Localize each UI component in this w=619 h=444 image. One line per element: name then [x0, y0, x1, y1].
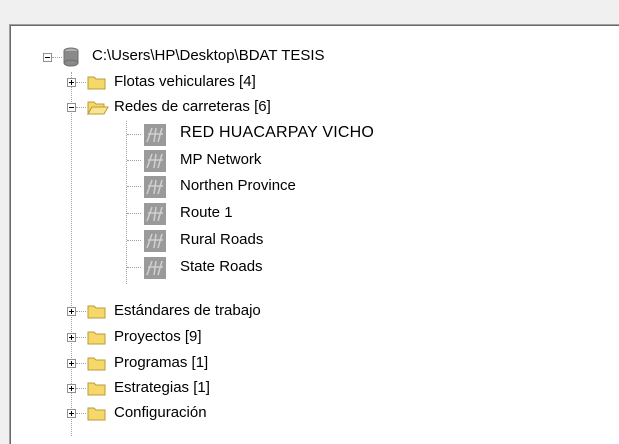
- tree-item-label[interactable]: Estrategias [1]: [112, 378, 212, 398]
- tree-item-configuracion[interactable]: Configuración: [10, 402, 610, 428]
- tree-item-label[interactable]: Proyectos [9]: [112, 327, 204, 347]
- folder-icon: [87, 331, 106, 345]
- tree-connector-line: [127, 134, 141, 136]
- tree-connector-line: [76, 363, 86, 365]
- expand-toggle-icon[interactable]: [67, 384, 76, 393]
- tree-connector-line: [52, 57, 62, 59]
- road-network-icon: [144, 150, 166, 172]
- tree-item-label[interactable]: Rural Roads: [178, 230, 265, 250]
- tree-connector-line: [127, 213, 141, 215]
- tree-item-label[interactable]: MP Network: [178, 150, 263, 170]
- road-network-icon: [144, 176, 166, 198]
- folder-icon: [87, 76, 106, 90]
- road-network-icon: [144, 257, 166, 279]
- folder-icon: [87, 382, 106, 396]
- folder-icon: [87, 407, 106, 421]
- tree-item-network[interactable]: State Roads: [10, 256, 610, 282]
- tree-connector-line: [127, 267, 141, 269]
- tree-view-panel[interactable]: C:\Users\HP\Desktop\BDAT TESIS Flotas ve…: [9, 24, 619, 444]
- tree-root-row[interactable]: C:\Users\HP\Desktop\BDAT TESIS: [10, 46, 610, 72]
- tree-item-network[interactable]: Northen Province: [10, 175, 610, 201]
- tree-connector-line: [127, 160, 141, 162]
- collapse-toggle-icon[interactable]: [43, 53, 52, 62]
- expand-toggle-icon[interactable]: [67, 359, 76, 368]
- tree-connector-line: [76, 311, 86, 313]
- tree-item-label[interactable]: Configuración: [112, 403, 209, 423]
- road-network-icon: [144, 230, 166, 252]
- folder-icon: [87, 357, 106, 371]
- tree-root-label[interactable]: C:\Users\HP\Desktop\BDAT TESIS: [90, 46, 327, 66]
- expand-toggle-icon[interactable]: [67, 409, 76, 418]
- tree-item-programas[interactable]: Programas [1]: [10, 352, 610, 378]
- road-network-icon: [144, 124, 166, 146]
- tree-item-estandares[interactable]: Estándares de trabajo: [10, 300, 610, 326]
- expand-toggle-icon[interactable]: [67, 307, 76, 316]
- tree-connector-line: [127, 186, 141, 188]
- tree-item-estrategias[interactable]: Estrategias [1]: [10, 377, 610, 403]
- tree-item-label[interactable]: RED HUACARPAY VICHO: [178, 123, 376, 143]
- tree-connector-line: [76, 413, 86, 415]
- tree-item-proyectos[interactable]: Proyectos [9]: [10, 326, 610, 352]
- tree-connector-line: [76, 337, 86, 339]
- tree-item-label[interactable]: Estándares de trabajo: [112, 301, 263, 321]
- tree-item-redes[interactable]: Redes de carreteras [6]: [10, 96, 610, 122]
- tree-item-label[interactable]: Programas [1]: [112, 353, 210, 373]
- tree-connector-line: [76, 388, 86, 390]
- tree-item-label[interactable]: Route 1: [178, 203, 235, 223]
- folder-icon: [87, 305, 106, 319]
- expand-toggle-icon[interactable]: [67, 78, 76, 87]
- tree-connector-line: [76, 107, 86, 109]
- tree-item-label[interactable]: Northen Province: [178, 176, 298, 196]
- tree-connector-line: [127, 240, 141, 242]
- tree-item-network[interactable]: RED HUACARPAY VICHO: [10, 123, 610, 149]
- expand-toggle-icon[interactable]: [67, 333, 76, 342]
- tree-item-network[interactable]: Rural Roads: [10, 229, 610, 255]
- tree-item-label[interactable]: Flotas vehiculares [4]: [112, 72, 258, 92]
- tree-item-label[interactable]: Redes de carreteras [6]: [112, 97, 273, 117]
- folder-open-icon: [87, 101, 109, 115]
- tree-connector-line: [76, 82, 86, 84]
- tree-item-network[interactable]: MP Network: [10, 149, 610, 175]
- tree-item-label[interactable]: State Roads: [178, 257, 265, 277]
- road-network-icon: [144, 203, 166, 225]
- collapse-toggle-icon[interactable]: [67, 103, 76, 112]
- database-icon: [63, 47, 79, 67]
- tree-item-network[interactable]: Route 1: [10, 202, 610, 228]
- tree-item-flotas[interactable]: Flotas vehiculares [4]: [10, 71, 610, 97]
